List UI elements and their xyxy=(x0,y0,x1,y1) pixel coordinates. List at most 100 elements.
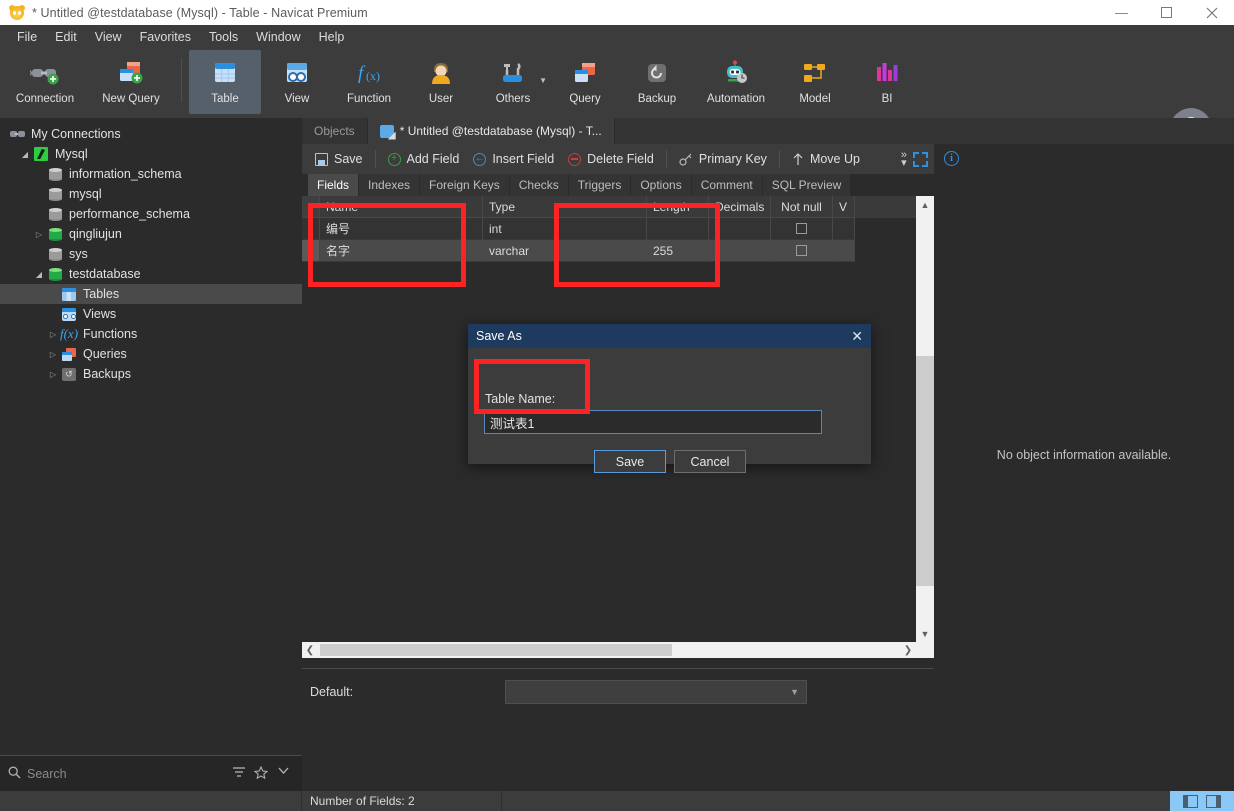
tab-comment[interactable]: Comment xyxy=(691,174,762,196)
cell-field-length[interactable] xyxy=(647,218,709,240)
tab-foreign-keys[interactable]: Foreign Keys xyxy=(420,174,509,196)
column-header-decimals[interactable]: Decimals xyxy=(709,196,771,218)
toolbar-button-others[interactable]: Others ▼ xyxy=(477,50,549,114)
save-button[interactable]: Save xyxy=(308,146,370,172)
fullscreen-icon[interactable] xyxy=(913,151,928,167)
tab-fields[interactable]: Fields xyxy=(308,174,359,196)
checkbox-unchecked-icon[interactable] xyxy=(796,223,807,234)
add-field-button[interactable]: + Add Field xyxy=(381,146,467,172)
sidebar-item-mysql[interactable]: ◢ Mysql xyxy=(0,144,302,164)
sidebar-item-performance-schema[interactable]: performance_schema xyxy=(0,204,302,224)
insert-field-button[interactable]: ← Insert Field xyxy=(466,146,561,172)
table-name-input[interactable] xyxy=(484,410,822,434)
column-header-not-null[interactable]: Not null xyxy=(771,196,833,218)
toolbar-button-model[interactable]: Model xyxy=(779,50,851,114)
chevron-down-icon[interactable]: ▼ xyxy=(790,687,799,697)
search-input[interactable] xyxy=(27,766,228,781)
twisty-open-icon[interactable]: ◢ xyxy=(32,270,46,279)
sidebar-item-sys[interactable]: sys xyxy=(0,244,302,264)
toolbar-button-table[interactable]: Table xyxy=(189,50,261,114)
sidebar-item-queries[interactable]: ▷ Queries xyxy=(0,344,302,364)
chevron-double-right-icon[interactable]: » ▾ xyxy=(901,150,907,169)
filter-icon[interactable] xyxy=(228,766,250,781)
toolbar-button-new-query[interactable]: New Query xyxy=(88,50,174,114)
toolbar-button-user[interactable]: User xyxy=(405,50,477,114)
twisty-closed-icon[interactable]: ▷ xyxy=(46,370,60,379)
chevron-down-icon[interactable]: ▼ xyxy=(539,76,547,85)
cell-field-name[interactable]: 编号 xyxy=(320,218,483,240)
primary-key-button[interactable]: Primary Key xyxy=(672,146,774,172)
cell-field-type[interactable]: int xyxy=(483,218,647,240)
maximize-icon[interactable] xyxy=(1144,0,1189,25)
left-panel-toggle-icon[interactable] xyxy=(1183,794,1198,808)
menu-item-favorites[interactable]: Favorites xyxy=(131,27,200,48)
cell-field-decimals[interactable] xyxy=(709,218,771,240)
cell-field-name[interactable]: 名字 xyxy=(320,240,483,262)
table-row[interactable]: 名字 varchar 255 xyxy=(302,240,916,262)
close-icon[interactable]: ✕ xyxy=(851,328,863,345)
scroll-up-arrow-icon[interactable]: ▲ xyxy=(916,196,934,213)
tab-options[interactable]: Options xyxy=(631,174,691,196)
dialog-cancel-button[interactable]: Cancel xyxy=(674,450,746,473)
cell-not-null-checkbox[interactable] xyxy=(771,218,833,240)
twisty-closed-icon[interactable]: ▷ xyxy=(46,350,60,359)
cell-virtual[interactable] xyxy=(833,218,855,240)
cell-field-type[interactable]: varchar xyxy=(483,240,647,262)
menu-item-help[interactable]: Help xyxy=(310,27,354,48)
toolbar-button-query[interactable]: Query xyxy=(549,50,621,114)
column-header-name[interactable]: Name xyxy=(320,196,483,218)
sidebar-item-tables[interactable]: Tables xyxy=(0,284,302,304)
toolbar-button-connection[interactable]: Connection xyxy=(2,50,88,114)
twisty-closed-icon[interactable]: ▷ xyxy=(46,330,60,339)
scroll-left-arrow-icon[interactable]: ❮ xyxy=(302,645,318,656)
sidebar-item-mysql-db[interactable]: mysql xyxy=(0,184,302,204)
column-header-length[interactable]: Length xyxy=(647,196,709,218)
move-up-button[interactable]: Move Up xyxy=(785,146,867,172)
menu-item-edit[interactable]: Edit xyxy=(46,27,86,48)
minimize-icon[interactable]: — xyxy=(1099,0,1144,25)
sidebar-item-my-connections[interactable]: My Connections xyxy=(0,124,302,144)
tab-untitled-table[interactable]: * Untitled @testdatabase (Mysql) - T... xyxy=(367,118,615,144)
twisty-open-icon[interactable]: ◢ xyxy=(18,150,32,159)
column-header-virtual[interactable]: V xyxy=(833,196,855,218)
column-header-type[interactable]: Type xyxy=(483,196,647,218)
delete-field-button[interactable]: Delete Field xyxy=(561,146,661,172)
row-marker[interactable] xyxy=(302,240,320,262)
info-circle-icon[interactable]: i xyxy=(944,150,959,166)
cell-not-null-checkbox[interactable] xyxy=(771,240,833,262)
tab-checks[interactable]: Checks xyxy=(509,174,568,196)
sidebar-item-testdatabase[interactable]: ◢ testdatabase xyxy=(0,264,302,284)
star-icon[interactable] xyxy=(250,765,272,782)
scroll-down-arrow-icon[interactable]: ▼ xyxy=(916,625,934,642)
scroll-right-arrow-icon[interactable]: ❯ xyxy=(900,645,916,656)
twisty-closed-icon[interactable]: ▷ xyxy=(32,230,46,239)
sidebar-item-information-schema[interactable]: information_schema xyxy=(0,164,302,184)
cell-field-decimals[interactable] xyxy=(709,240,771,262)
toolbar-button-function[interactable]: f (x) Function xyxy=(333,50,405,114)
cell-virtual[interactable] xyxy=(833,240,855,262)
cell-field-length[interactable]: 255 xyxy=(647,240,709,262)
menu-item-file[interactable]: File xyxy=(8,27,46,48)
collapse-all-icon[interactable] xyxy=(272,766,294,781)
vertical-scrollbar[interactable]: ▲ ▼ xyxy=(916,196,934,642)
right-panel-toggle-icon[interactable] xyxy=(1206,794,1221,808)
toolbar-button-automation[interactable]: Automation xyxy=(693,50,779,114)
table-row[interactable]: 编号 int xyxy=(302,218,916,240)
toolbar-button-bi[interactable]: BI xyxy=(851,50,923,114)
sidebar-item-qingliujun[interactable]: ▷ qingliujun xyxy=(0,224,302,244)
menu-item-window[interactable]: Window xyxy=(247,27,309,48)
sidebar-item-functions[interactable]: ▷ f(x) Functions xyxy=(0,324,302,344)
close-icon[interactable] xyxy=(1189,0,1234,25)
sidebar-item-views[interactable]: Views xyxy=(0,304,302,324)
tab-indexes[interactable]: Indexes xyxy=(359,174,420,196)
horizontal-scrollbar-thumb[interactable] xyxy=(320,644,672,656)
horizontal-scrollbar[interactable]: ❮ ❯ xyxy=(302,642,916,658)
menu-item-view[interactable]: View xyxy=(86,27,131,48)
dialog-save-button[interactable]: Save xyxy=(594,450,666,473)
checkbox-unchecked-icon[interactable] xyxy=(796,245,807,256)
toolbar-button-backup[interactable]: Backup xyxy=(621,50,693,114)
toolbar-button-view[interactable]: View xyxy=(261,50,333,114)
default-value-combobox[interactable]: ▼ xyxy=(505,679,807,704)
tab-sql-preview[interactable]: SQL Preview xyxy=(762,174,851,196)
vertical-scrollbar-thumb[interactable] xyxy=(916,356,934,586)
